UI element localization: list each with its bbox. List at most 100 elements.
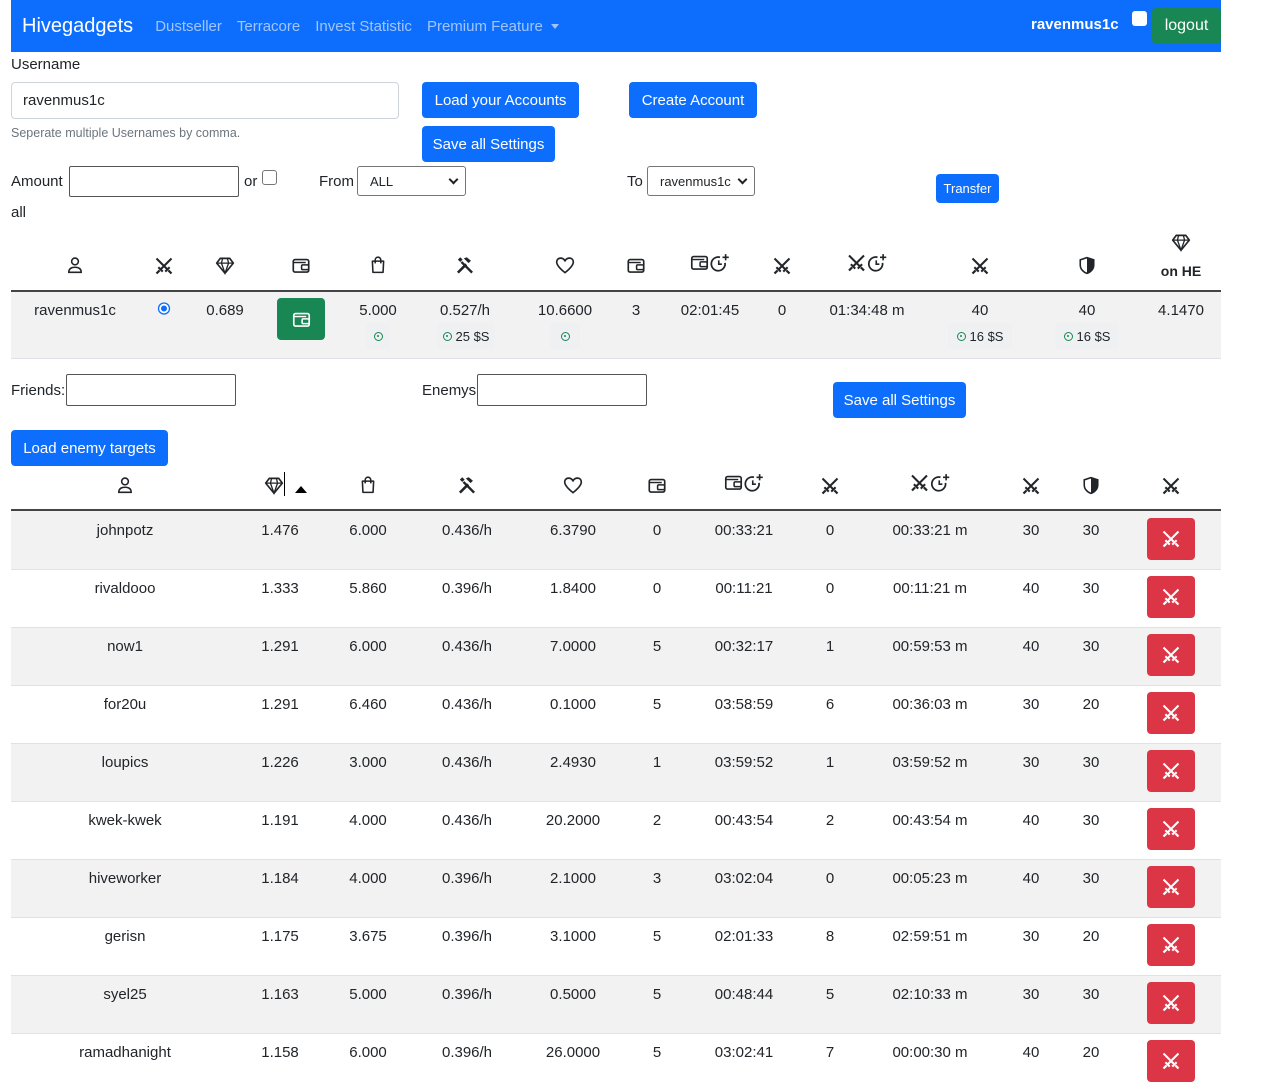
attack-button[interactable] xyxy=(1147,634,1195,676)
defense-upgrade-button[interactable]: 16 $S xyxy=(1055,323,1119,349)
account-gem-value: 0.689 xyxy=(206,302,244,319)
table-row xyxy=(11,801,1221,859)
enemy-name: for20u xyxy=(103,696,147,713)
wallet-button[interactable] xyxy=(277,298,325,340)
brand-logo[interactable]: Hivegadgets xyxy=(22,15,133,38)
load-enemy-targets-button[interactable]: Load enemy targets xyxy=(11,430,168,466)
swords-icon[interactable] xyxy=(820,476,840,496)
swords-icon xyxy=(1161,877,1181,897)
attack-button[interactable] xyxy=(1147,692,1195,734)
person-icon[interactable] xyxy=(116,476,134,494)
shield-icon xyxy=(1078,256,1096,275)
enemy-rate: 0.396/h xyxy=(441,986,493,1003)
attack-button[interactable] xyxy=(1147,982,1195,1024)
heart-icon[interactable] xyxy=(563,476,583,495)
attack-button[interactable] xyxy=(1147,750,1195,792)
account-select-radio[interactable] xyxy=(157,302,171,319)
nav-checkbox[interactable] xyxy=(1132,11,1147,26)
attack-button[interactable] xyxy=(1147,924,1195,966)
enemy-battle-timer: 00:59:53 m xyxy=(892,638,968,655)
enemy-gem: 1.191 xyxy=(261,812,299,829)
wallet-icon xyxy=(292,310,311,329)
amount-input[interactable] xyxy=(69,166,239,197)
swords-icon[interactable] xyxy=(1021,476,1041,496)
wallet-icon[interactable] xyxy=(648,476,667,495)
enemy-claim-timer: 00:11:21 xyxy=(715,580,773,597)
shield-icon[interactable] xyxy=(1082,476,1100,495)
bag-icon xyxy=(369,255,387,274)
username-input[interactable]: ravenmus1c xyxy=(11,82,399,119)
attack-upgrade-button[interactable]: 16 $S xyxy=(948,323,1012,349)
enemy-battle-timer: 00:36:03 m xyxy=(892,696,968,713)
enemy-defense: 30 xyxy=(1082,638,1100,655)
gem-icon[interactable] xyxy=(265,476,284,495)
enemy-rate: 0.396/h xyxy=(441,870,493,887)
enemy-battles: 2 xyxy=(825,812,835,829)
premium-feature-label: Premium Feature xyxy=(426,17,543,35)
wallet-icon xyxy=(627,256,646,275)
enemy-battle-timer: 00:43:54 m xyxy=(892,812,968,829)
enemy-gem: 1.163 xyxy=(261,986,299,1003)
save-settings-button-2[interactable]: Save all Settings xyxy=(833,382,966,418)
enemy-defense: 30 xyxy=(1082,870,1100,887)
nav-link-dustseller[interactable]: Dustseller xyxy=(155,18,222,35)
enemy-bag: 6.000 xyxy=(349,522,387,539)
heart-upgrade-button[interactable] xyxy=(550,323,580,349)
enemy-battle-timer: 02:10:33 m xyxy=(892,986,968,1003)
enemy-attack: 40 xyxy=(1022,580,1040,597)
enemy-battles: 7 xyxy=(825,1044,835,1061)
enemy-claim-timer: 00:43:54 xyxy=(714,812,774,829)
enemy-bag: 5.000 xyxy=(349,986,387,1003)
sort-ascending-icon[interactable] xyxy=(295,486,307,493)
bag-upgrade-button[interactable] xyxy=(366,323,390,349)
enemy-rate: 0.436/h xyxy=(441,696,493,713)
transfer-button[interactable]: Transfer xyxy=(936,174,999,203)
enemys-input[interactable] xyxy=(477,374,647,406)
enemy-claims: 5 xyxy=(652,1044,662,1061)
rate-upgrade-button[interactable]: 25 $S xyxy=(437,323,495,349)
table-row xyxy=(11,569,1221,627)
attack-button[interactable] xyxy=(1147,808,1195,850)
enemy-attack: 40 xyxy=(1022,812,1040,829)
enemy-battle-timer: 00:11:21 m xyxy=(893,580,967,597)
to-select[interactable]: ravenmus1c xyxy=(647,166,755,196)
enemy-attack: 30 xyxy=(1022,522,1040,539)
wallet-clock-icon[interactable] xyxy=(724,473,764,494)
enemy-bag: 3.000 xyxy=(349,754,387,771)
all-checkbox[interactable] xyxy=(262,170,277,185)
from-select-value: ALL xyxy=(370,173,394,189)
load-accounts-button[interactable]: Load your Accounts xyxy=(422,82,579,118)
tools-icon[interactable] xyxy=(458,476,477,495)
enemy-bag: 4.000 xyxy=(349,870,387,887)
attack-button[interactable] xyxy=(1147,866,1195,908)
account-rate-value: 0.527/h xyxy=(439,302,491,319)
enemy-name: loupics xyxy=(101,754,149,771)
nav-username: ravenmus1c xyxy=(1031,16,1119,33)
nav-link-terracore[interactable]: Terracore xyxy=(237,18,300,35)
swords-clock-icon[interactable] xyxy=(910,473,951,494)
save-settings-button[interactable]: Save all Settings xyxy=(422,126,555,162)
from-label: From xyxy=(319,173,354,190)
attack-button[interactable] xyxy=(1147,576,1195,618)
logout-button[interactable]: logout xyxy=(1152,8,1221,44)
table-row xyxy=(11,975,1221,1033)
swords-icon xyxy=(1161,1051,1181,1071)
enemy-attack: 40 xyxy=(1022,870,1040,887)
attack-button[interactable] xyxy=(1147,518,1195,560)
swords-icon xyxy=(154,256,174,276)
swords-icon xyxy=(1161,993,1181,1013)
enemy-claim-timer: 00:32:17 xyxy=(714,638,774,655)
account-attack-value: 40 xyxy=(971,302,989,319)
enemy-battle-timer: 00:05:23 m xyxy=(892,870,968,887)
create-account-button[interactable]: Create Account xyxy=(629,82,757,118)
enemy-heart: 7.0000 xyxy=(550,638,596,655)
enemy-rate: 0.396/h xyxy=(441,928,493,945)
from-select[interactable]: ALL xyxy=(357,166,466,196)
nav-link-invest-statistic[interactable]: Invest Statistic xyxy=(315,18,412,35)
table-row xyxy=(11,859,1221,917)
tools-icon xyxy=(456,256,475,275)
nav-dropdown-premium-feature[interactable]: Premium Feature xyxy=(427,18,559,35)
attack-button[interactable] xyxy=(1147,1040,1195,1082)
bag-icon[interactable] xyxy=(359,475,377,494)
friends-input[interactable] xyxy=(66,374,236,406)
